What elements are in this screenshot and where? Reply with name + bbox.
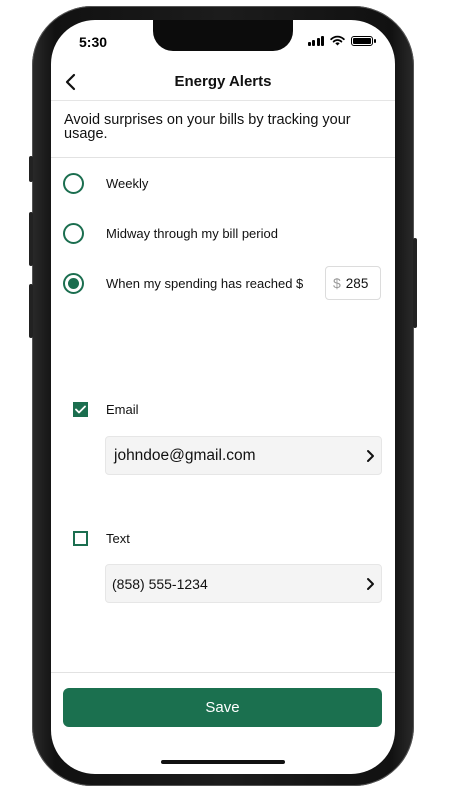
phone-volume-down-button [29,284,33,338]
radio-midway[interactable] [63,222,84,244]
radio-option-weekly[interactable]: Weekly [63,171,148,195]
wifi-icon [330,35,345,46]
phone-number-value: (858) 555-1234 [112,575,208,592]
radio-label: Weekly [106,175,149,191]
radio-weekly[interactable] [63,172,84,194]
radio-label: When my spending has reached $ [106,275,304,291]
phone-volume-up-button [29,212,33,266]
phone-number-field[interactable]: (858) 555-1234 [105,564,382,603]
radio-selected-dot [68,277,79,289]
phone-mute-switch [29,156,33,182]
status-icons [307,35,376,46]
currency-symbol: $ [333,275,341,291]
nav-bar: Energy Alerts [51,64,395,101]
phone-screen: 5:30 Energy Alerts Avoid surprises on yo… [51,20,395,774]
spending-threshold-value: 285 [345,275,369,291]
channel-text-row[interactable]: Text [73,531,130,546]
battery-icon [351,36,376,46]
divider [51,672,395,673]
page-title: Energy Alerts [174,73,272,90]
divider [51,157,395,158]
text-checkbox[interactable] [73,531,88,546]
notch [153,20,293,51]
text-label: Text [106,531,130,546]
intro-text: Avoid surprises on your bills by trackin… [64,112,351,142]
channel-email-row[interactable]: Email [73,402,139,417]
email-value: johndoe@gmail.com [114,446,256,464]
status-time: 5:30 [79,34,108,50]
radio-spending-threshold[interactable] [63,272,84,294]
chevron-right-icon [367,578,374,590]
chevron-right-icon [367,450,374,462]
radio-option-midway[interactable]: Midway through my bill period [63,221,278,245]
save-button[interactable]: Save [63,688,382,727]
email-field[interactable]: johndoe@gmail.com [105,436,382,475]
radio-label: Midway through my bill period [106,225,278,241]
email-checkbox[interactable] [73,402,88,417]
cellular-signal-icon [307,36,324,46]
spending-threshold-input[interactable]: $ 285 [325,266,381,300]
checkmark-icon [75,405,86,414]
home-indicator [161,760,285,764]
email-label: Email [106,402,139,417]
phone-power-button [413,238,417,328]
radio-option-spending-threshold[interactable]: When my spending has reached $ [63,271,303,295]
